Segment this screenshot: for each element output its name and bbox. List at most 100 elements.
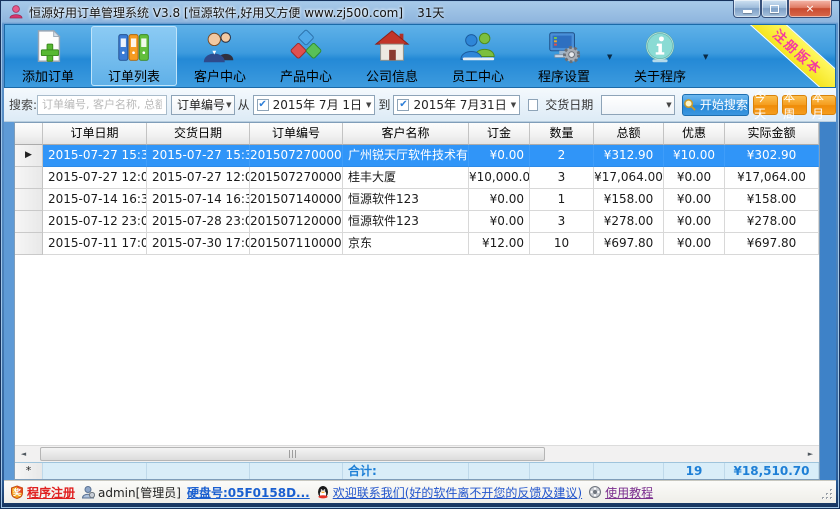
cell-delivery-date: 2015-07-14 16:30: [147, 189, 250, 211]
date-to-checkbox[interactable]: ✔: [397, 99, 409, 111]
date-to-picker[interactable]: ✔ 2015年 7月31日 ▼: [393, 95, 520, 115]
column-header[interactable]: 订金: [469, 123, 530, 145]
horizontal-scrollbar[interactable]: ◄ ►: [15, 445, 819, 462]
toolbar-label: 订单列表: [108, 66, 160, 85]
toolbar-label: 员工中心: [452, 66, 504, 85]
column-header[interactable]: 订单编号: [250, 123, 343, 145]
disk-id-text[interactable]: 硬盘号:05F0158D...: [187, 484, 310, 501]
minimize-button[interactable]: [733, 0, 761, 18]
toolbar-customer-center[interactable]: 客户中心: [177, 26, 263, 86]
table-empty-area: [15, 255, 819, 445]
date-from-checkbox[interactable]: ✔: [257, 99, 269, 111]
start-search-label: 开始搜索: [700, 96, 748, 113]
toolbar-order-list[interactable]: 订单列表: [91, 26, 177, 86]
toolbar-settings[interactable]: 程序设置: [521, 26, 607, 86]
cell-deposit: ¥12.00: [469, 233, 530, 255]
maximize-icon: [770, 5, 779, 13]
search-label: 搜索:: [9, 96, 37, 113]
toolbar-employee-center[interactable]: 员工中心: [435, 26, 521, 86]
column-header[interactable]: 客户名称: [343, 123, 469, 145]
column-header[interactable]: 优惠: [664, 123, 725, 145]
table-row[interactable]: 2015-07-14 16:30 2015-07-14 16:30 201507…: [15, 189, 819, 211]
column-header[interactable]: 总额: [594, 123, 664, 145]
toolbar-product-center[interactable]: 产品中心: [263, 26, 349, 86]
column-header[interactable]: 实际金额: [725, 123, 819, 145]
product-center-icon: [287, 28, 325, 66]
totals-empty-cell: [530, 463, 594, 479]
from-label: 从: [238, 96, 250, 113]
new-row-marker: *: [15, 463, 43, 479]
tutorial-link[interactable]: 使用教程: [588, 484, 653, 501]
toolbar-about[interactable]: 关于程序: [617, 26, 703, 86]
toolbar-company-info[interactable]: 公司信息: [349, 26, 435, 86]
search-field-combobox[interactable]: 订单编号 ▼: [171, 95, 235, 115]
close-icon: ×: [805, 3, 814, 14]
cell-quantity: 2: [530, 145, 594, 167]
add-order-icon: [29, 28, 67, 66]
disk-id-link[interactable]: 硬盘号:05F0158D...: [187, 484, 310, 501]
start-search-button[interactable]: 开始搜索: [682, 94, 750, 116]
delivery-date-combobox[interactable]: ▼: [601, 95, 674, 115]
contact-link[interactable]: 欢迎联系我们(好的软件离不开您的反馈及建议): [316, 484, 582, 501]
register-link-text[interactable]: 程序注册: [27, 484, 75, 501]
cell-total: ¥17,064.00: [594, 167, 664, 189]
to-label: 到: [378, 96, 390, 113]
cell-deposit: ¥0.00: [469, 189, 530, 211]
scroll-left-icon[interactable]: ◄: [15, 446, 32, 462]
totals-amount: ¥18,510.70: [725, 463, 819, 479]
close-button[interactable]: ×: [788, 0, 832, 18]
cell-order-no: 2015071400004: [250, 189, 343, 211]
cell-order-date: 2015-07-12 23:01: [43, 211, 147, 233]
search-input[interactable]: [37, 95, 167, 115]
maximize-button[interactable]: [761, 0, 788, 18]
contact-link-text[interactable]: 欢迎联系我们(好的软件离不开您的反馈及建议): [333, 484, 582, 501]
shield-icon: 奖: [10, 485, 24, 499]
registration-ribbon: 注册版本: [734, 24, 836, 88]
cell-delivery-date: 2015-07-28 23:01: [147, 211, 250, 233]
app-window: 恒源好用订单管理系统 V3.8 [恒源软件,好用又方便 www.zj500.co…: [0, 0, 840, 509]
window-title: 恒源好用订单管理系统 V3.8 [恒源软件,好用又方便 www.zj500.co…: [29, 4, 403, 21]
cell-customer: 恒源软件123: [343, 211, 469, 233]
cell-customer: 恒源软件123: [343, 189, 469, 211]
toolbar-label: 添加订单: [22, 66, 74, 85]
toolbar-label: 程序设置: [538, 66, 590, 85]
cell-order-date: 2015-07-27 15:37: [43, 145, 147, 167]
cell-total: ¥158.00: [594, 189, 664, 211]
cell-quantity: 3: [530, 211, 594, 233]
about-dropdown-icon[interactable]: ▼: [703, 53, 713, 61]
toolbar-add-order[interactable]: 添加订单: [5, 26, 91, 86]
tutorial-link-text[interactable]: 使用教程: [605, 484, 653, 501]
settings-dropdown-icon[interactable]: ▼: [607, 53, 617, 61]
cell-discount: ¥0.00: [664, 233, 725, 255]
resize-grip[interactable]: [821, 488, 834, 501]
cell-customer: 广州锐天厅软件技术有...: [343, 145, 469, 167]
today-button[interactable]: 今天: [753, 95, 778, 115]
table-row[interactable]: 2015-07-12 23:01 2015-07-28 23:01 201507…: [15, 211, 819, 233]
this-week-button[interactable]: 本周: [782, 95, 807, 115]
cell-discount: ¥0.00: [664, 167, 725, 189]
cell-delivery-date: 2015-07-27 12:06: [147, 167, 250, 189]
totals-empty-cell: [147, 463, 250, 479]
cell-quantity: 1: [530, 189, 594, 211]
cell-order-no: 2015071100001: [250, 233, 343, 255]
column-header[interactable]: 数量: [530, 123, 594, 145]
table-row[interactable]: 2015-07-11 17:02 2015-07-30 17:02 201507…: [15, 233, 819, 255]
search-field-value: 订单编号: [177, 96, 225, 113]
chevron-down-icon: ▼: [366, 101, 371, 109]
scrollbar-thumb[interactable]: [40, 447, 545, 461]
column-header[interactable]: 订单日期: [43, 123, 147, 145]
table-row[interactable]: 2015-07-27 12:06 2015-07-27 12:06 201507…: [15, 167, 819, 189]
delivery-date-checkbox[interactable]: [528, 99, 538, 111]
this-month-button[interactable]: 本月: [811, 95, 836, 115]
table-row[interactable]: ▶ 2015-07-27 15:37 2015-07-27 15:37 2015…: [15, 145, 819, 167]
cell-actual-amount: ¥278.00: [725, 211, 819, 233]
cell-order-date: 2015-07-27 12:06: [43, 167, 147, 189]
about-icon: [641, 28, 679, 66]
totals-quantity: 19: [664, 463, 725, 479]
cell-order-no: 2015071200002: [250, 211, 343, 233]
column-header[interactable]: 交货日期: [147, 123, 250, 145]
toolbar-label: 产品中心: [280, 66, 332, 85]
register-link[interactable]: 奖 程序注册: [10, 484, 75, 501]
scroll-right-icon[interactable]: ►: [802, 446, 819, 462]
date-from-picker[interactable]: ✔ 2015年 7月 1日 ▼: [253, 95, 376, 115]
